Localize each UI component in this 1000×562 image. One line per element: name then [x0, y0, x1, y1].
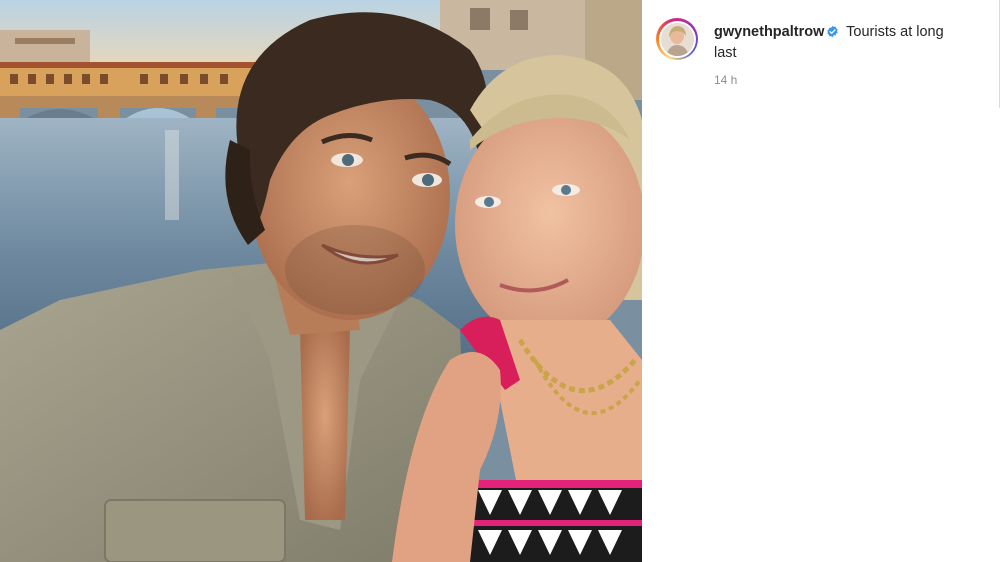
avatar-gap [658, 20, 696, 58]
avatar[interactable] [660, 22, 694, 56]
story-ring[interactable] [656, 18, 698, 60]
username-link[interactable]: gwynethpaltrow [714, 24, 824, 40]
selfie-image [0, 0, 642, 562]
caption-text: gwynethpaltrow Tourists at long last [714, 23, 964, 63]
verified-badge-icon [826, 25, 839, 44]
post-timestamp[interactable]: 14 h [714, 73, 964, 87]
caption-panel: gwynethpaltrow Tourists at long last 14 … [642, 0, 1000, 562]
caption-body: gwynethpaltrow Tourists at long last 14 … [714, 23, 964, 87]
post-photo[interactable] [0, 0, 642, 562]
profile-avatar [660, 22, 694, 56]
instagram-post: gwynethpaltrow Tourists at long last 14 … [0, 0, 1000, 562]
caption-row: gwynethpaltrow Tourists at long last 14 … [656, 18, 986, 87]
